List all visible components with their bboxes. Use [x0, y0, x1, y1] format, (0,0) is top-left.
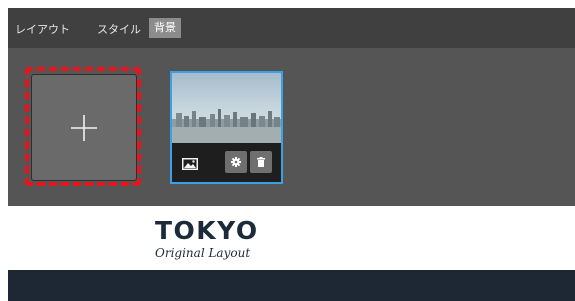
skyline-graphic [172, 109, 281, 143]
thumbnail-toolbar [172, 143, 281, 182]
image-icon [182, 158, 198, 170]
add-background-button[interactable] [31, 74, 137, 181]
trash-icon [257, 157, 265, 167]
tab-style[interactable]: スタイル [97, 20, 141, 40]
tab-bar: レイアウト スタイル 背景 [8, 8, 575, 48]
background-thumbnail[interactable] [170, 71, 283, 184]
background-settings-panel: レイアウト スタイル 背景 [8, 8, 575, 206]
gear-icon [231, 157, 241, 167]
header-band [8, 270, 575, 301]
plus-icon [71, 114, 97, 141]
city-skyline-image [172, 73, 281, 143]
tab-layout[interactable]: レイアウト [15, 20, 70, 40]
logo-subtitle: Original Layout [155, 246, 251, 260]
site-logo: TOKYO Original Layout [155, 216, 259, 261]
delete-button[interactable] [250, 151, 272, 173]
logo-title: TOKYO [155, 216, 259, 245]
tab-background[interactable]: 背景 [149, 18, 181, 38]
settings-button[interactable] [225, 151, 247, 173]
